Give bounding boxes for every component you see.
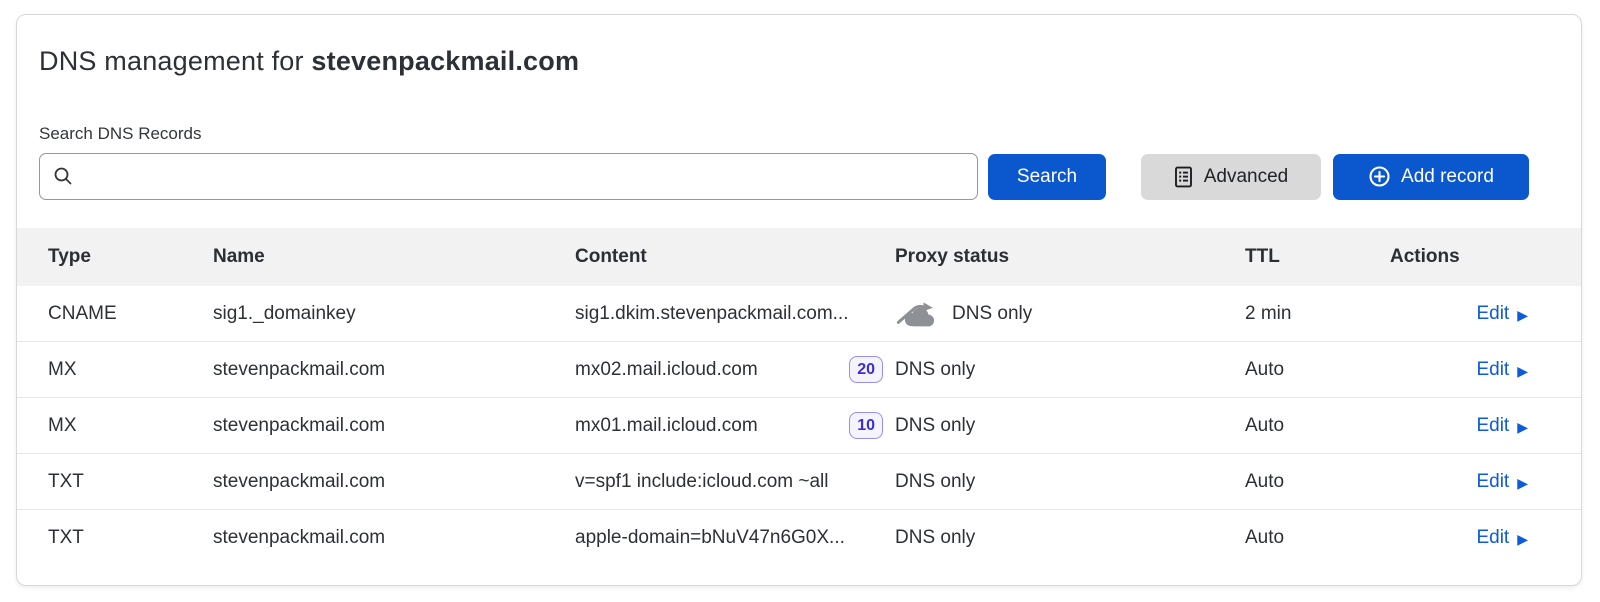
proxy-status-cell: DNS only: [895, 359, 1245, 381]
search-input[interactable]: [39, 153, 978, 200]
edit-arrow-icon: ▶: [1517, 364, 1528, 378]
actions-cell: Edit ▶: [1390, 471, 1528, 493]
table-row: TXT stevenpackmail.com apple-domain=bNuV…: [17, 510, 1581, 566]
ttl-cell: Auto: [1245, 415, 1390, 437]
proxy-status-cell: DNS only: [895, 471, 1245, 493]
list-document-icon: [1174, 166, 1194, 188]
add-record-button[interactable]: Add record: [1333, 154, 1529, 200]
record-content-cell: sig1.dkim.stevenpackmail.com...: [575, 303, 895, 325]
dns-records-table: Type Name Content Proxy status TTL Actio…: [17, 228, 1581, 566]
edit-arrow-icon: ▶: [1517, 420, 1528, 434]
proxy-status-text: DNS only: [952, 303, 1032, 325]
ttl-cell: Auto: [1245, 527, 1390, 549]
ttl-cell: Auto: [1245, 471, 1390, 493]
edit-link-label: Edit: [1476, 415, 1509, 437]
priority-badge: 10: [849, 412, 883, 439]
edit-link[interactable]: Edit ▶: [1476, 415, 1528, 437]
dns-only-cloud-icon: [895, 300, 939, 328]
search-box: [39, 153, 978, 200]
record-content-text: v=spf1 include:icloud.com ~all: [575, 471, 828, 493]
page-title-prefix: DNS management for: [39, 46, 311, 76]
header-name: Name: [213, 246, 575, 268]
table-row: MX stevenpackmail.com mx02.mail.icloud.c…: [17, 342, 1581, 398]
plus-circle-icon: [1368, 165, 1391, 188]
search-button[interactable]: Search: [988, 154, 1106, 200]
edit-link-label: Edit: [1476, 527, 1509, 549]
proxy-status-cell: DNS only: [895, 300, 1245, 328]
record-type-cell: TXT: [48, 527, 213, 549]
page-title-domain: stevenpackmail.com: [311, 46, 579, 76]
search-toolbar: Search Advanced: [39, 153, 1559, 200]
add-record-label: Add record: [1401, 166, 1494, 188]
record-type-cell: CNAME: [48, 303, 213, 325]
advanced-button-label: Advanced: [1204, 166, 1289, 188]
record-name-cell: sig1._domainkey: [213, 303, 575, 325]
actions-cell: Edit ▶: [1390, 359, 1528, 381]
actions-cell: Edit ▶: [1390, 415, 1528, 437]
table-row: MX stevenpackmail.com mx01.mail.icloud.c…: [17, 398, 1581, 454]
header-content: Content: [575, 246, 895, 268]
record-type-cell: MX: [48, 359, 213, 381]
proxy-status-cell: DNS only: [895, 415, 1245, 437]
edit-link-label: Edit: [1476, 303, 1509, 325]
ttl-cell: 2 min: [1245, 303, 1390, 325]
record-name-cell: stevenpackmail.com: [213, 471, 575, 493]
proxy-status-text: DNS only: [895, 527, 975, 549]
header-type: Type: [48, 246, 213, 268]
proxy-status-text: DNS only: [895, 415, 975, 437]
priority-badge: 20: [849, 356, 883, 383]
record-name-cell: stevenpackmail.com: [213, 527, 575, 549]
record-content-cell: mx02.mail.icloud.com 20: [575, 356, 895, 383]
edit-arrow-icon: ▶: [1517, 532, 1528, 546]
edit-link[interactable]: Edit ▶: [1476, 359, 1528, 381]
actions-cell: Edit ▶: [1390, 527, 1528, 549]
table-row: CNAME sig1._domainkey sig1.dkim.stevenpa…: [17, 286, 1581, 342]
record-content-cell: v=spf1 include:icloud.com ~all: [575, 471, 895, 493]
edit-link-label: Edit: [1476, 471, 1509, 493]
table-row: TXT stevenpackmail.com v=spf1 include:ic…: [17, 454, 1581, 510]
record-type-cell: MX: [48, 415, 213, 437]
table-header-row: Type Name Content Proxy status TTL Actio…: [17, 228, 1581, 286]
record-name-cell: stevenpackmail.com: [213, 359, 575, 381]
edit-link[interactable]: Edit ▶: [1476, 303, 1528, 325]
proxy-status-text: DNS only: [895, 471, 975, 493]
page-title: DNS management for stevenpackmail.com: [39, 46, 1559, 77]
dns-management-card: DNS management for stevenpackmail.com Se…: [16, 14, 1582, 586]
record-content-text: sig1.dkim.stevenpackmail.com...: [575, 303, 849, 325]
proxy-status-text: DNS only: [895, 359, 975, 381]
proxy-status-cell: DNS only: [895, 527, 1245, 549]
search-label: Search DNS Records: [39, 124, 1559, 144]
edit-link-label: Edit: [1476, 359, 1509, 381]
advanced-button[interactable]: Advanced: [1141, 154, 1321, 200]
record-type-cell: TXT: [48, 471, 213, 493]
edit-link[interactable]: Edit ▶: [1476, 527, 1528, 549]
actions-cell: Edit ▶: [1390, 303, 1528, 325]
header-proxy-status: Proxy status: [895, 246, 1245, 268]
record-name-cell: stevenpackmail.com: [213, 415, 575, 437]
record-content-cell: mx01.mail.icloud.com 10: [575, 412, 895, 439]
record-content-text: mx02.mail.icloud.com: [575, 359, 758, 381]
edit-link[interactable]: Edit ▶: [1476, 471, 1528, 493]
edit-arrow-icon: ▶: [1517, 476, 1528, 490]
edit-arrow-icon: ▶: [1517, 308, 1528, 322]
record-content-text: apple-domain=bNuV47n6G0X...: [575, 527, 845, 549]
ttl-cell: Auto: [1245, 359, 1390, 381]
header-ttl: TTL: [1245, 246, 1390, 268]
record-content-cell: apple-domain=bNuV47n6G0X...: [575, 527, 895, 549]
record-content-text: mx01.mail.icloud.com: [575, 415, 758, 437]
table-body: CNAME sig1._domainkey sig1.dkim.stevenpa…: [17, 286, 1581, 566]
header-actions: Actions: [1390, 246, 1528, 268]
